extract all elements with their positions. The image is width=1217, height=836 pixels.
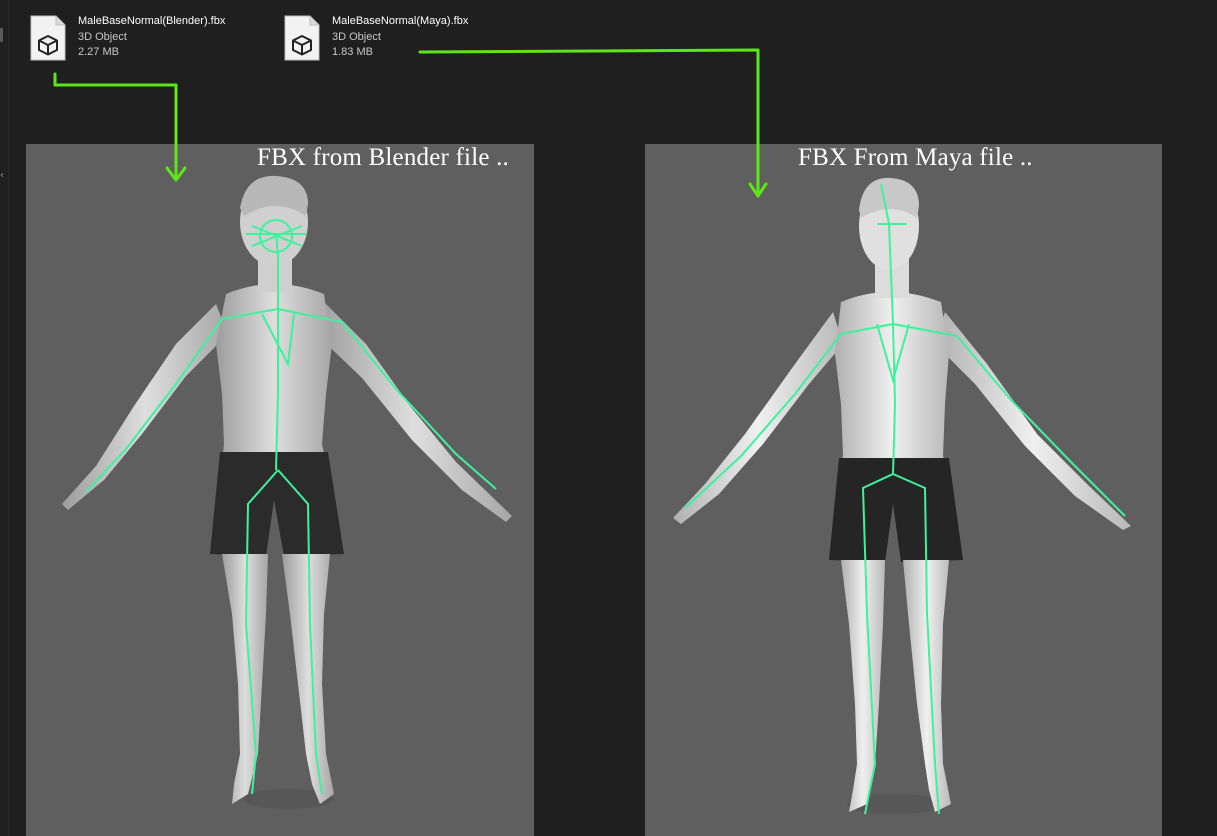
file-type: 3D Object (78, 30, 127, 43)
file-name: MaleBaseNormal(Blender).fbx (78, 15, 226, 27)
scroll-thumb[interactable] (0, 28, 3, 42)
file-item-blender[interactable]: MaleBaseNormal(Blender).fbx 3D Object 2.… (30, 12, 250, 64)
file-meta: MaleBaseNormal(Blender).fbx 3D Object 2.… (78, 14, 225, 61)
file-size: 2.27 MB (78, 46, 119, 58)
left-scroll-strip[interactable]: ‹ (0, 0, 9, 836)
viewport-blender[interactable]: FBX from Blender file .. (26, 144, 534, 836)
file-name: MaleBaseNormal(Maya).fbx (332, 15, 469, 27)
explorer-window: ‹ MaleBaseNormal(Blender).fbx 3D Object … (0, 0, 1217, 836)
file-type: 3D Object (332, 30, 381, 43)
3d-object-file-icon (284, 15, 320, 61)
3d-object-file-icon (30, 15, 66, 61)
character-model-render (673, 177, 1131, 815)
file-item-maya[interactable]: MaleBaseNormal(Maya).fbx 3D Object 1.83 … (284, 12, 504, 64)
chevron-left-icon[interactable]: ‹ (0, 170, 4, 181)
viewport-maya[interactable]: FBX From Maya file .. (645, 144, 1162, 836)
character-model-render (62, 175, 512, 809)
file-size: 1.83 MB (332, 46, 373, 58)
file-meta: MaleBaseNormal(Maya).fbx 3D Object 1.83 … (332, 14, 468, 61)
